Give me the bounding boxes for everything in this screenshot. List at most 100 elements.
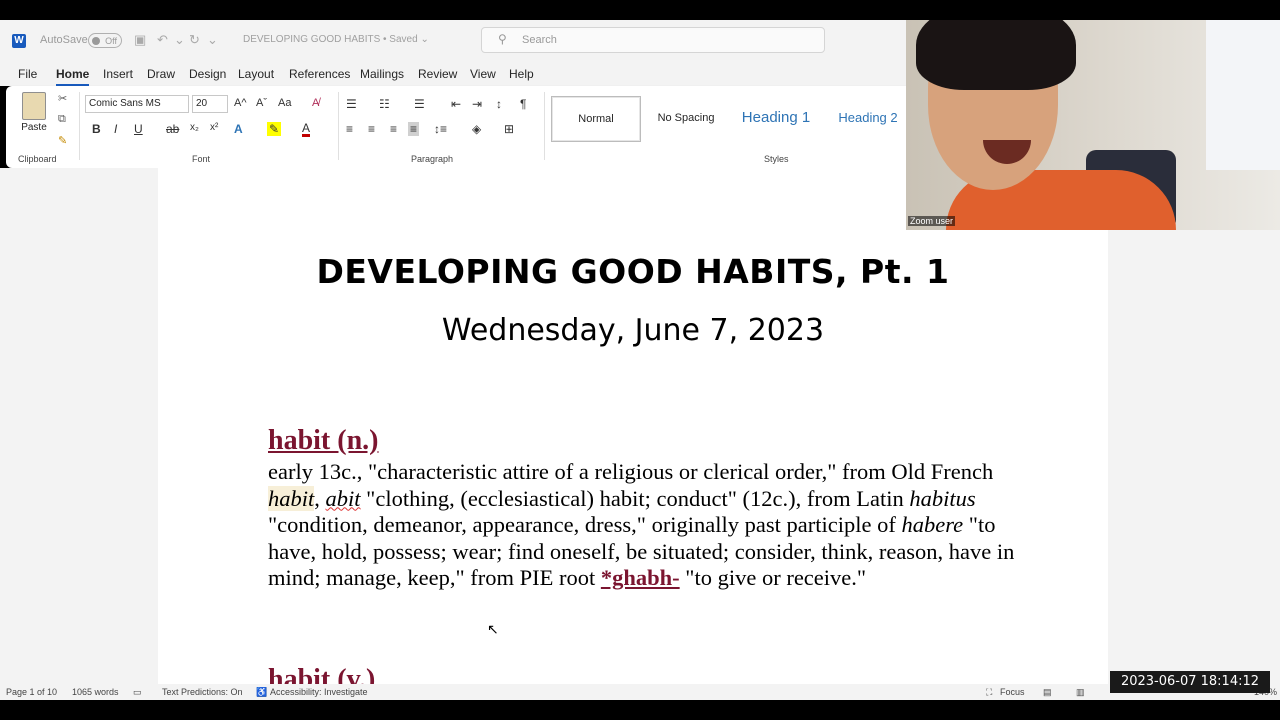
ribbon-separator bbox=[338, 92, 339, 160]
autosave-label: AutoSave bbox=[40, 34, 88, 46]
entry-term: habitus bbox=[909, 485, 976, 511]
underline-icon[interactable]: U bbox=[134, 122, 143, 136]
style-normal[interactable]: Normal bbox=[551, 96, 641, 142]
numbering-icon[interactable]: ☷ bbox=[379, 97, 390, 111]
document-date: Wednesday, June 7, 2023 bbox=[441, 313, 825, 348]
save-icon[interactable]: ▣ bbox=[134, 32, 146, 48]
redo-icon[interactable]: ↻ bbox=[189, 32, 200, 48]
top-black-bar bbox=[0, 0, 1280, 20]
paste-icon bbox=[22, 92, 46, 120]
copy-icon[interactable]: ⧉ bbox=[58, 113, 66, 126]
accessibility-status[interactable]: Accessibility: Investigate bbox=[270, 687, 368, 697]
styles-group-label: Styles bbox=[764, 154, 789, 164]
tab-references[interactable]: References bbox=[289, 67, 350, 81]
change-case-icon[interactable]: Aa bbox=[278, 97, 291, 109]
grow-font-icon[interactable]: A^ bbox=[234, 97, 247, 109]
entry-text: , bbox=[314, 485, 326, 511]
align-left-icon[interactable]: ≡ bbox=[346, 122, 353, 136]
undo-dropdown-icon[interactable]: ⌄ bbox=[174, 32, 185, 48]
paste-button[interactable]: Paste bbox=[18, 92, 50, 133]
tab-view[interactable]: View bbox=[470, 67, 496, 81]
entry-text: early 13c., "characteristic attire of a … bbox=[268, 459, 994, 484]
undo-icon[interactable]: ↶ bbox=[157, 32, 168, 48]
font-group-label: Font bbox=[192, 154, 211, 164]
subscript-icon[interactable]: x₂ bbox=[190, 122, 199, 133]
proofing-icon[interactable]: ▭ bbox=[133, 687, 142, 698]
document-page[interactable]: DEVELOPING GOOD HABITS, Pt. 1 Wednesday,… bbox=[158, 168, 1108, 684]
bold-icon[interactable]: B bbox=[92, 122, 101, 136]
participant-mouth bbox=[983, 140, 1031, 164]
word-count[interactable]: 1065 words bbox=[72, 687, 119, 697]
align-right-icon[interactable]: ≡ bbox=[390, 122, 397, 136]
show-marks-icon[interactable]: ¶ bbox=[520, 97, 526, 111]
entry-text: "to give or receive." bbox=[679, 565, 867, 590]
text-effects-icon[interactable]: A bbox=[234, 122, 243, 136]
clear-formatting-icon[interactable]: A̸ bbox=[312, 97, 319, 109]
participant-name: Zoom user bbox=[908, 216, 956, 226]
font-family-select[interactable]: Comic Sans MS bbox=[85, 95, 189, 113]
video-thumbnail[interactable]: Zoom user bbox=[906, 20, 1280, 230]
document-title[interactable]: DEVELOPING GOOD HABITS • Saved ⌄ bbox=[243, 34, 429, 45]
style-no-spacing[interactable]: No Spacing bbox=[648, 96, 724, 140]
ribbon-separator bbox=[544, 92, 545, 160]
entry-heading[interactable]: habit (n.) bbox=[268, 425, 378, 457]
tab-mailings[interactable]: Mailings bbox=[360, 67, 404, 81]
italic-icon[interactable]: I bbox=[114, 122, 117, 136]
tab-insert[interactable]: Insert bbox=[103, 67, 133, 81]
read-mode-icon[interactable]: ▤ bbox=[1043, 687, 1052, 698]
pie-root-link[interactable]: *ghabh- bbox=[601, 565, 680, 590]
entry-term: habere bbox=[901, 512, 964, 537]
document-left-margin bbox=[0, 168, 158, 684]
shading-icon[interactable]: ◈ bbox=[472, 122, 481, 136]
multilevel-list-icon[interactable]: ☰ bbox=[414, 97, 425, 111]
document-heading: DEVELOPING GOOD HABITS, Pt. 1 bbox=[316, 252, 950, 291]
text-predictions[interactable]: Text Predictions: On bbox=[162, 687, 243, 697]
tab-file[interactable]: File bbox=[18, 67, 37, 81]
entry-body: early 13c., "characteristic attire of a … bbox=[268, 459, 1028, 592]
font-size-select[interactable]: 20 bbox=[192, 95, 228, 113]
highlight-icon[interactable]: ✎ bbox=[267, 122, 282, 136]
line-spacing-icon[interactable]: ↕≡ bbox=[434, 122, 447, 136]
bottom-black-bar bbox=[0, 700, 1280, 720]
quick-access-more-icon[interactable]: ⌄ bbox=[207, 32, 218, 48]
document-right-margin bbox=[1108, 168, 1280, 684]
tab-help[interactable]: Help bbox=[509, 67, 534, 81]
tab-design[interactable]: Design bbox=[189, 67, 226, 81]
format-painter-icon[interactable]: ✎ bbox=[58, 134, 67, 147]
style-heading-1[interactable]: Heading 1 bbox=[732, 96, 820, 140]
focus-icon: ⛶ bbox=[986, 687, 993, 697]
tab-draw[interactable]: Draw bbox=[147, 67, 175, 81]
tab-review[interactable]: Review bbox=[418, 67, 457, 81]
align-center-icon[interactable]: ≡ bbox=[368, 122, 375, 136]
print-layout-icon[interactable]: ▥ bbox=[1076, 687, 1085, 698]
font-color-icon[interactable]: A bbox=[302, 122, 311, 137]
shrink-font-icon[interactable]: Aˇ bbox=[256, 97, 267, 109]
cut-icon[interactable]: ✂ bbox=[58, 92, 67, 105]
entry-heading[interactable]: habit (v.) bbox=[268, 664, 375, 684]
mouse-cursor-icon: ↖ bbox=[487, 621, 499, 637]
tab-layout[interactable]: Layout bbox=[238, 67, 274, 81]
superscript-icon[interactable]: x² bbox=[210, 122, 218, 133]
sort-icon[interactable]: ↕ bbox=[496, 97, 502, 111]
increase-indent-icon[interactable]: ⇥ bbox=[472, 97, 482, 111]
decrease-indent-icon[interactable]: ⇤ bbox=[451, 97, 461, 111]
entry-term: habit bbox=[268, 485, 315, 511]
entry-text: "clothing, (ecclesiastical) habit; condu… bbox=[360, 485, 910, 511]
justify-icon[interactable]: ≡ bbox=[408, 122, 420, 136]
focus-mode[interactable]: Focus bbox=[1000, 687, 1025, 697]
word-logo-icon: W bbox=[12, 34, 26, 48]
page-count[interactable]: Page 1 of 10 bbox=[6, 687, 57, 697]
tab-home[interactable]: Home bbox=[56, 67, 90, 86]
borders-icon[interactable]: ⊞ bbox=[504, 122, 514, 136]
style-heading-2[interactable]: Heading 2 bbox=[830, 96, 906, 140]
recording-timestamp: 2023-06-07 18:14:12 bbox=[1110, 671, 1270, 693]
paste-label: Paste bbox=[21, 122, 47, 133]
status-bar: Page 1 of 10 1065 words ▭ Text Predictio… bbox=[0, 684, 1280, 700]
strikethrough-icon[interactable]: ab bbox=[166, 122, 179, 136]
search-icon: ⚲ bbox=[498, 32, 507, 46]
bullets-icon[interactable]: ☰ bbox=[346, 97, 357, 111]
autosave-toggle[interactable]: Off bbox=[88, 33, 122, 48]
clipboard-group-label: Clipboard bbox=[18, 154, 57, 164]
entry-term: abit bbox=[325, 485, 361, 511]
search-box[interactable]: ⚲ Search bbox=[481, 27, 825, 53]
